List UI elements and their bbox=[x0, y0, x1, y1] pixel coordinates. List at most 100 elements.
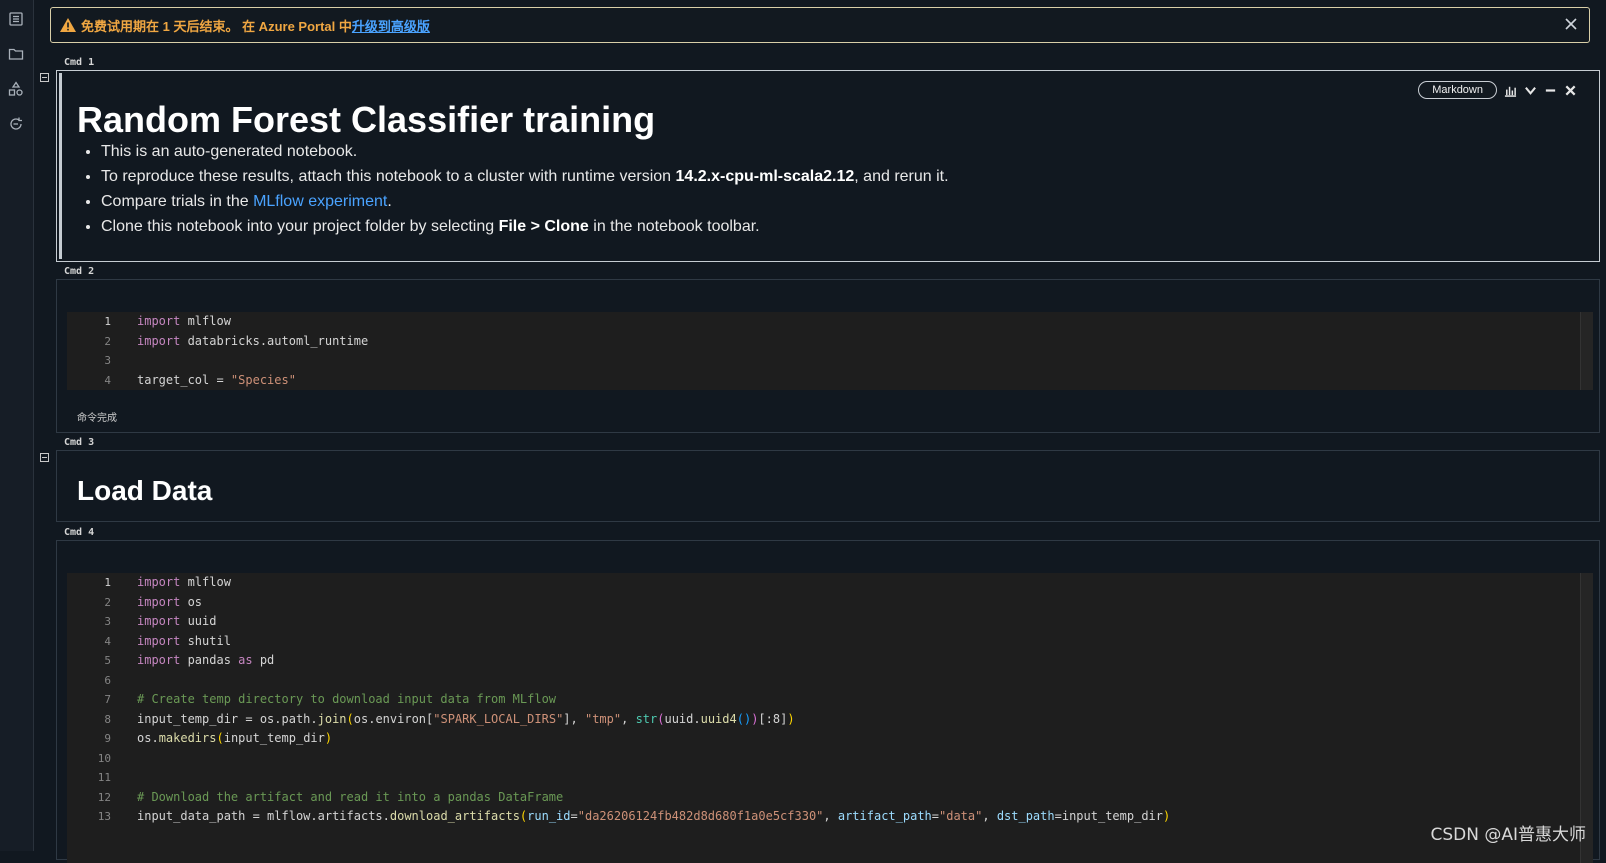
code-token: , bbox=[982, 809, 997, 823]
code-editor[interactable]: 1 import mlflow 2 import os 3 import uuid 4… bbox=[67, 573, 1593, 863]
code-token: import bbox=[137, 633, 181, 648]
cmd-label: Cmd 2 bbox=[64, 266, 95, 277]
line-number: 4 bbox=[104, 634, 111, 648]
cell-toolbar: Markdown bbox=[1418, 81, 1577, 99]
close-cell-icon[interactable] bbox=[1563, 83, 1577, 97]
code-token: import bbox=[137, 333, 181, 348]
collapse-toggle[interactable] bbox=[40, 73, 49, 82]
code-line: 7 # Create temp directory to download inp… bbox=[67, 690, 1593, 710]
refresh-chat-icon[interactable] bbox=[6, 114, 26, 134]
code-line: 9 os.makedirs(input_temp_dir) bbox=[67, 729, 1593, 749]
code-editor[interactable]: 1 import mlflow 2 import databricks.automl… bbox=[67, 312, 1593, 390]
code-line: 12 # Download the artifact and read it in… bbox=[67, 788, 1593, 808]
code-line: 1 import mlflow bbox=[67, 312, 1593, 332]
line-number: 2 bbox=[104, 334, 111, 348]
code-line: 6 bbox=[67, 671, 1593, 691]
list-item-text: Compare trials in the bbox=[101, 193, 254, 210]
code-token: import bbox=[137, 614, 181, 628]
code-line: 13 input_data_path = mlflow.artifacts.dow… bbox=[67, 807, 1593, 827]
clone-menu-ref: Clone bbox=[544, 218, 589, 235]
code-line: 10 bbox=[67, 749, 1593, 769]
upgrade-link[interactable]: 升级到高级版 bbox=[352, 16, 430, 35]
list-item-text: This is an auto-generated notebook. bbox=[101, 143, 358, 160]
markdown-cell[interactable]: Markdown Random Forest Classifier traini… bbox=[56, 70, 1600, 262]
list-item-text: Clone this notebook into your project fo… bbox=[101, 218, 499, 235]
code-token: mlflow bbox=[180, 314, 231, 328]
code-token: str bbox=[635, 711, 658, 726]
code-line: 3 import uuid bbox=[67, 612, 1593, 632]
cmd-label: Cmd 1 bbox=[64, 57, 95, 68]
code-token: os.environ[ bbox=[353, 711, 434, 726]
code-line: 4 target_col = "Species" bbox=[67, 371, 1593, 391]
markdown-cell[interactable]: Load Data bbox=[56, 450, 1600, 522]
code-token: input_temp_dir bbox=[223, 731, 325, 745]
code-token: [:8] bbox=[758, 711, 788, 726]
trial-banner: 免费试用期在 1 天后结束。 在 Azure Portal 中 升级到高级版 bbox=[50, 7, 1590, 43]
folder-icon[interactable] bbox=[6, 44, 26, 64]
code-line: 2 import databricks.automl_runtime bbox=[67, 332, 1593, 352]
code-token: uuid. bbox=[664, 711, 701, 726]
code-line: 11 bbox=[67, 768, 1593, 788]
code-token: input_temp_dir = os.path. bbox=[137, 711, 318, 726]
mlflow-experiment-link[interactable]: MLflow experiment bbox=[253, 193, 387, 210]
code-token: import bbox=[137, 575, 181, 589]
code-token: "SPARK_LOCAL_DIRS" bbox=[433, 711, 564, 726]
code-token: import bbox=[137, 314, 181, 328]
code-token: shutil bbox=[180, 633, 231, 648]
code-token: import bbox=[137, 594, 181, 609]
code-token: makedirs bbox=[158, 731, 217, 745]
code-token: ], bbox=[563, 711, 585, 726]
line-number: 2 bbox=[104, 595, 111, 609]
line-number: 13 bbox=[97, 810, 111, 823]
code-token: os bbox=[180, 594, 203, 609]
chart-icon[interactable] bbox=[1503, 83, 1517, 97]
warning-icon bbox=[59, 17, 77, 33]
close-icon[interactable] bbox=[1563, 16, 1579, 32]
list-item: Clone this notebook into your project fo… bbox=[101, 214, 949, 239]
cell-type-button[interactable]: Markdown bbox=[1418, 81, 1497, 99]
code-token: pandas bbox=[180, 653, 239, 667]
code-token: join bbox=[317, 711, 347, 726]
line-number: 10 bbox=[97, 751, 111, 765]
code-token: download_artifacts bbox=[389, 809, 520, 823]
collapse-toggle[interactable] bbox=[40, 453, 49, 462]
line-number: 6 bbox=[104, 673, 111, 687]
code-token: import bbox=[137, 653, 181, 667]
notebook-title: Random Forest Classifier training bbox=[77, 99, 656, 140]
list-item: Compare trials in the MLflow experiment. bbox=[101, 189, 949, 214]
line-number: 5 bbox=[104, 654, 111, 667]
code-token: dst_path bbox=[996, 809, 1055, 823]
separator-text: > bbox=[526, 218, 545, 235]
code-token: run_id bbox=[527, 809, 571, 823]
line-number: 3 bbox=[104, 354, 111, 367]
code-token: uuid bbox=[180, 614, 217, 628]
line-number: 9 bbox=[104, 732, 111, 745]
code-token: , bbox=[621, 711, 636, 726]
shapes-icon[interactable] bbox=[6, 79, 26, 99]
list-item-text: To reproduce these results, attach this … bbox=[101, 168, 676, 185]
file-menu-ref: File bbox=[498, 218, 527, 235]
cmd-label: Cmd 4 bbox=[64, 527, 95, 538]
runtime-version: 14.2.x-cpu-ml-scala2.12 bbox=[675, 168, 855, 185]
list-icon[interactable] bbox=[6, 9, 26, 29]
line-number: 7 bbox=[104, 693, 111, 706]
line-number: 8 bbox=[104, 712, 111, 726]
scrollbar[interactable] bbox=[1580, 312, 1593, 390]
code-token: "da26206124fb482d8d680f1a0e5cf330" bbox=[577, 809, 824, 823]
code-comment: # Download the artifact and read it into… bbox=[137, 789, 564, 804]
minimize-icon[interactable] bbox=[1543, 83, 1557, 97]
list-item-text: . bbox=[387, 193, 392, 210]
code-cell[interactable]: 1 import mlflow 2 import os 3 import uuid 4… bbox=[56, 540, 1600, 863]
code-line: 1 import mlflow bbox=[67, 573, 1593, 593]
section-heading: Load Data bbox=[77, 475, 213, 506]
line-number: 4 bbox=[104, 373, 111, 387]
list-item-text: in the notebook toolbar. bbox=[588, 218, 760, 235]
code-line: 8 input_temp_dir = os.path.join(os.enviro… bbox=[67, 710, 1593, 730]
code-cell[interactable]: 1 import mlflow 2 import databricks.automl… bbox=[56, 279, 1600, 433]
line-number: 3 bbox=[104, 615, 111, 628]
code-line: 2 import os bbox=[67, 593, 1593, 613]
code-token: databricks.automl_runtime bbox=[180, 333, 369, 348]
chevron-down-icon[interactable] bbox=[1523, 83, 1537, 97]
code-line: 3 bbox=[67, 351, 1593, 371]
banner-message: 免费试用期在 1 天后结束。 在 Azure Portal 中 bbox=[81, 18, 352, 34]
